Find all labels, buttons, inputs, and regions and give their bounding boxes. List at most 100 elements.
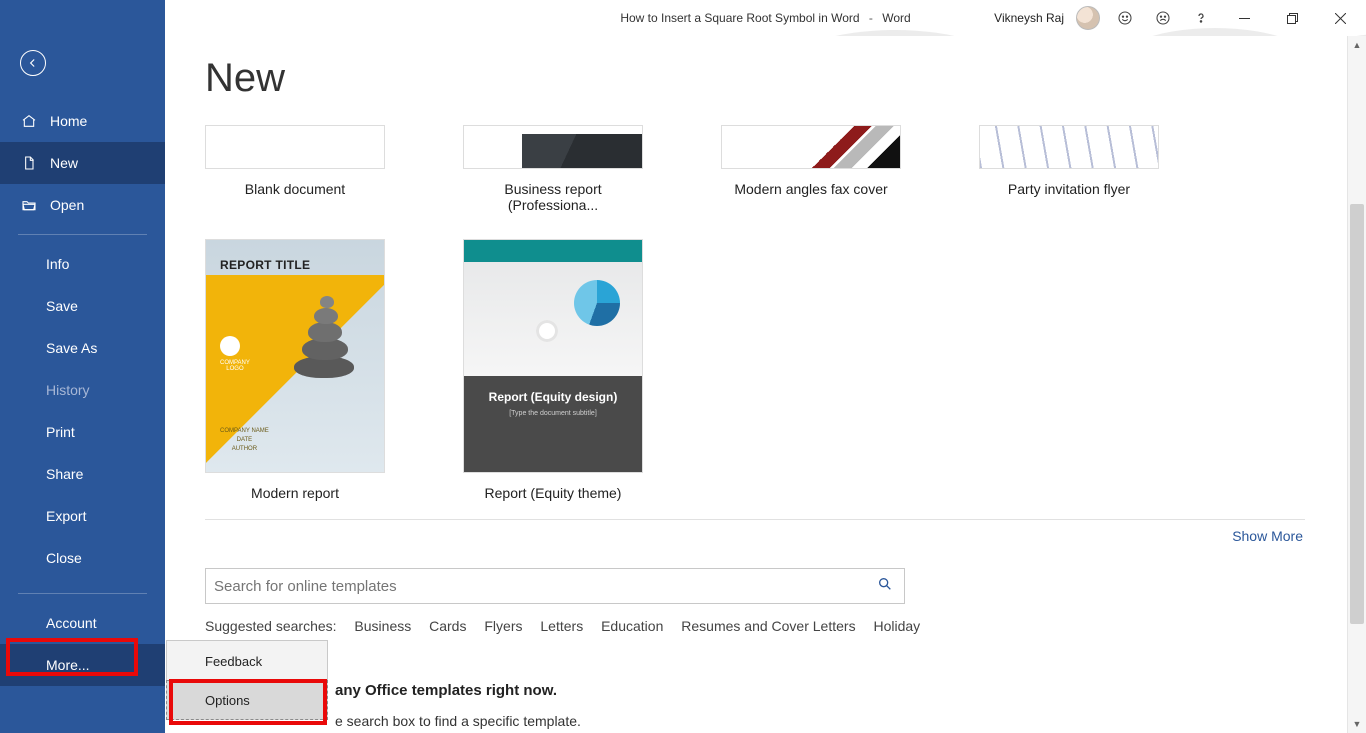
sidebar-label-more: More... <box>46 657 90 673</box>
flyout-item-options[interactable]: Options <box>166 680 328 720</box>
section-divider <box>205 519 1305 520</box>
sidebar-label-history: History <box>46 382 90 398</box>
template-label: Modern report <box>205 485 385 501</box>
main-content: New Blank document ◎LogoName Business re… <box>165 36 1366 733</box>
flyout-item-feedback[interactable]: Feedback <box>167 641 327 681</box>
window-close-button[interactable] <box>1322 4 1358 32</box>
back-button[interactable] <box>20 50 46 76</box>
sidebar-label-close: Close <box>46 550 82 566</box>
sidebar-item-save-as[interactable]: Save As <box>0 327 165 369</box>
template-blank-document[interactable]: Blank document <box>205 125 385 213</box>
sidebar-item-history: History <box>0 369 165 411</box>
sidebar-item-new[interactable]: New <box>0 142 165 184</box>
sidebar-label-info: Info <box>46 256 69 272</box>
template-party-invitation[interactable]: Party invitation flyer <box>979 125 1159 213</box>
template-thumb: ◎LogoName <box>463 125 643 169</box>
sidebar-item-close[interactable]: Close <box>0 537 165 579</box>
title-separator: - <box>869 11 873 25</box>
show-more-label: Show More <box>1232 528 1303 544</box>
flyout-label-feedback: Feedback <box>205 654 262 669</box>
template-label: Report (Equity theme) <box>463 485 643 501</box>
backstage-sidebar: Home New Open Info Save Save As History … <box>0 0 165 733</box>
thumb-title: REPORT TITLE <box>220 258 310 272</box>
sidebar-label-share: Share <box>46 466 83 482</box>
more-flyout-menu: Feedback Options <box>166 640 328 720</box>
offline-note: any Office templates right now. e search… <box>205 682 1310 729</box>
offline-note-heading: any Office templates right now. <box>335 682 1310 699</box>
template-business-report[interactable]: ◎LogoName Business report (Professiona..… <box>463 125 643 213</box>
thumb-subtitle: [Type the document subtitle] <box>476 410 630 417</box>
sidebar-label-save: Save <box>46 298 78 314</box>
document-icon <box>20 155 38 171</box>
account-avatar[interactable] <box>1076 6 1100 30</box>
sidebar-item-share[interactable]: Share <box>0 453 165 495</box>
suggested-link[interactable]: Letters <box>540 618 583 634</box>
sidebar-separator <box>18 234 147 235</box>
template-thumb: Report (Equity design) [Type the documen… <box>463 239 643 473</box>
help-icon[interactable] <box>1188 5 1214 31</box>
thumb-heading: Report (Equity design) <box>476 390 630 404</box>
search-icon[interactable] <box>874 576 896 597</box>
scroll-down-icon[interactable]: ▼ <box>1348 715 1366 733</box>
suggested-link[interactable]: Resumes and Cover Letters <box>681 618 855 634</box>
template-modern-report[interactable]: REPORT TITLE COMPANY LOGO COMPANY NAME D… <box>205 239 385 501</box>
sidebar-label-open: Open <box>50 197 84 213</box>
template-label: Modern angles fax cover <box>721 181 901 197</box>
folder-open-icon <box>20 197 38 213</box>
page-title: New <box>205 56 1310 101</box>
smile-feedback-icon[interactable] <box>1112 5 1138 31</box>
title-bar: How to Insert a Square Root Symbol in Wo… <box>165 0 1366 36</box>
window-restore-button[interactable] <box>1274 4 1310 32</box>
template-label: Blank document <box>205 181 385 197</box>
account-name[interactable]: Vikneysh Raj <box>994 11 1064 25</box>
scroll-track[interactable] <box>1350 54 1364 715</box>
sidebar-item-info[interactable]: Info <box>0 243 165 285</box>
window-minimize-button[interactable] <box>1226 4 1262 32</box>
sidebar-item-save[interactable]: Save <box>0 285 165 327</box>
sidebar-label-home: Home <box>50 113 87 129</box>
sidebar-label-account: Account <box>46 615 97 631</box>
sidebar-label-new: New <box>50 155 78 171</box>
sidebar-item-export[interactable]: Export <box>0 495 165 537</box>
offline-note-desc: e search box to find a specific template… <box>335 713 1310 729</box>
template-thumb <box>721 125 901 169</box>
suggested-link[interactable]: Cards <box>429 618 466 634</box>
suggested-label: Suggested searches: <box>205 618 337 634</box>
suggested-searches: Suggested searches: Business Cards Flyer… <box>205 618 1310 634</box>
frown-feedback-icon[interactable] <box>1150 5 1176 31</box>
template-label: Party invitation flyer <box>979 181 1159 197</box>
template-thumb: REPORT TITLE COMPANY LOGO COMPANY NAME D… <box>205 239 385 473</box>
suggested-link[interactable]: Education <box>601 618 663 634</box>
sidebar-label-save-as: Save As <box>46 340 97 356</box>
app-name: Word <box>882 11 910 25</box>
home-icon <box>20 113 38 129</box>
suggested-link[interactable]: Business <box>354 618 411 634</box>
flyout-label-options: Options <box>205 693 250 708</box>
sidebar-item-open[interactable]: Open <box>0 184 165 226</box>
sidebar-item-print[interactable]: Print <box>0 411 165 453</box>
sidebar-item-home[interactable]: Home <box>0 100 165 142</box>
sidebar-label-export: Export <box>46 508 86 524</box>
suggested-link[interactable]: Holiday <box>873 618 920 634</box>
thumb-sublogo: COMPANY LOGO <box>220 360 250 372</box>
scroll-thumb[interactable] <box>1350 204 1364 624</box>
template-thumb <box>979 125 1159 169</box>
vertical-scrollbar[interactable]: ▲ ▼ <box>1347 36 1366 733</box>
show-more-link[interactable]: Show More <box>205 528 1305 544</box>
sidebar-label-print: Print <box>46 424 75 440</box>
scroll-up-icon[interactable]: ▲ <box>1348 36 1366 54</box>
search-input[interactable] <box>214 578 874 595</box>
sidebar-item-more[interactable]: More... <box>0 644 165 686</box>
template-row-1: Blank document ◎LogoName Business report… <box>205 125 1310 213</box>
template-row-2: REPORT TITLE COMPANY LOGO COMPANY NAME D… <box>205 239 1310 501</box>
sidebar-item-account[interactable]: Account <box>0 602 165 644</box>
sidebar-separator-2 <box>18 593 147 594</box>
template-thumb <box>205 125 385 169</box>
doc-name: How to Insert a Square Root Symbol in Wo… <box>620 11 859 25</box>
thumb-meta: COMPANY NAME DATE AUTHOR <box>220 427 269 454</box>
template-search[interactable] <box>205 568 905 604</box>
template-modern-angles-fax[interactable]: Modern angles fax cover <box>721 125 901 213</box>
template-report-equity[interactable]: Report (Equity design) [Type the documen… <box>463 239 643 501</box>
template-label: Business report (Professiona... <box>463 181 643 213</box>
suggested-link[interactable]: Flyers <box>484 618 522 634</box>
